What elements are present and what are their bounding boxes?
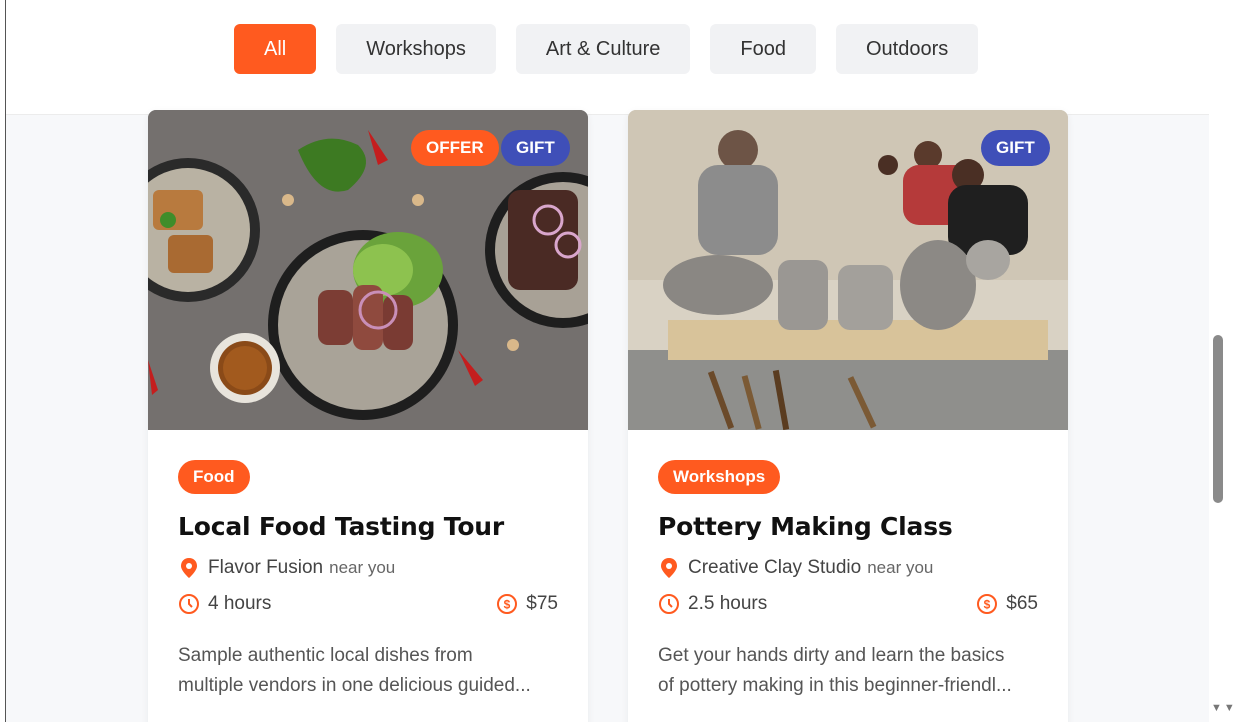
- gift-badge: GIFT: [501, 130, 570, 166]
- clock-icon: [178, 593, 200, 615]
- description-line: of pottery making in this beginner-frien…: [658, 675, 1012, 696]
- map-pin-icon: [178, 557, 200, 579]
- location-row: Flavor Fusion near you: [178, 557, 558, 579]
- scroll-down-arrow-icon[interactable]: ▼▼: [1211, 702, 1237, 714]
- description-line: Sample authentic local dishes from: [178, 645, 473, 666]
- location-row: Creative Clay Studio near you: [658, 557, 1038, 579]
- card-image-food: OFFER GIFT: [148, 110, 588, 430]
- card-title[interactable]: Pottery Making Class: [658, 512, 1038, 541]
- card-title[interactable]: Local Food Tasting Tour: [178, 512, 558, 541]
- description-line: Get your hands dirty and learn the basic…: [658, 645, 1005, 666]
- price: $ $75: [496, 593, 558, 615]
- price-text: $65: [1006, 593, 1038, 614]
- location-name: Creative Clay Studio: [688, 557, 862, 578]
- filter-chip-all[interactable]: All: [234, 24, 317, 74]
- category-pill: Workshops: [658, 460, 781, 494]
- svg-text:$: $: [504, 598, 511, 612]
- filter-bar: All Workshops Art & Culture Food Outdoor…: [6, 0, 1209, 115]
- price: $ $65: [976, 593, 1038, 615]
- dollar-circle-icon: $: [976, 593, 998, 615]
- filter-chip-workshops[interactable]: Workshops: [336, 24, 496, 74]
- duration-text: 4 hours: [208, 593, 272, 614]
- card-image-pottery: GIFT: [628, 110, 1068, 430]
- card-body: Food Local Food Tasting Tour Flavor Fusi…: [178, 460, 558, 701]
- map-pin-icon: [658, 557, 680, 579]
- scrollbar-thumb[interactable]: [1213, 335, 1223, 503]
- description-line: multiple vendors in one delicious guided…: [178, 675, 531, 696]
- dollar-circle-icon: $: [496, 593, 518, 615]
- clock-icon: [658, 593, 680, 615]
- meta-row: 4 hours $ $75: [178, 593, 558, 615]
- card-description: Get your hands dirty and learn the basic…: [658, 641, 1038, 701]
- filter-chip-food[interactable]: Food: [710, 24, 816, 74]
- price-text: $75: [526, 593, 558, 614]
- experience-card[interactable]: GIFT Workshops Pottery Making Class Crea…: [628, 110, 1068, 722]
- duration: 2.5 hours: [658, 593, 767, 615]
- near-you-label: near you: [329, 558, 396, 577]
- experience-card[interactable]: OFFER GIFT Food Local Food Tasting Tour …: [148, 110, 588, 722]
- filter-chip-outdoors[interactable]: Outdoors: [835, 24, 979, 74]
- svg-text:$: $: [984, 598, 991, 612]
- card-body: Workshops Pottery Making Class Creative …: [658, 460, 1038, 701]
- category-pill: Food: [178, 460, 250, 494]
- card-description: Sample authentic local dishes from multi…: [178, 641, 558, 701]
- meta-row: 2.5 hours $ $65: [658, 593, 1038, 615]
- offer-badge: OFFER: [411, 130, 499, 166]
- category-filters: All Workshops Art & Culture Food Outdoor…: [234, 24, 979, 74]
- duration: 4 hours: [178, 593, 271, 615]
- filter-chip-art-culture[interactable]: Art & Culture: [515, 24, 691, 74]
- gift-badge: GIFT: [981, 130, 1050, 166]
- duration-text: 2.5 hours: [688, 593, 768, 614]
- near-you-label: near you: [867, 558, 934, 577]
- location-name: Flavor Fusion: [208, 557, 324, 578]
